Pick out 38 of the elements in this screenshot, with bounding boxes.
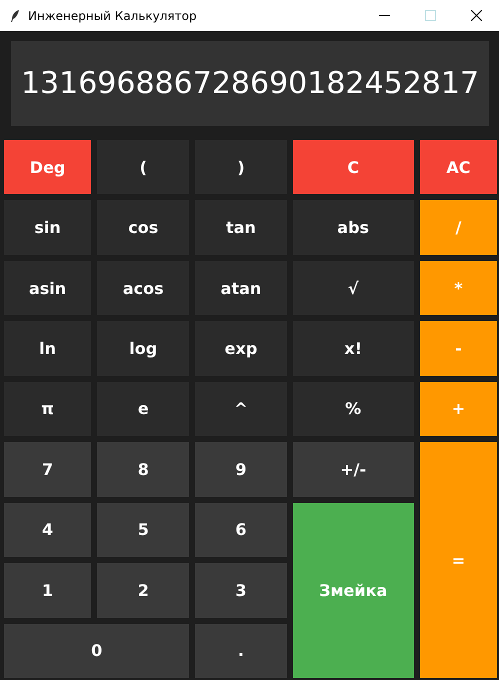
calculator-key[interactable]: AC (420, 140, 497, 194)
calculator-key[interactable]: atan (195, 260, 287, 316)
calculator-key[interactable]: 8 (97, 442, 190, 497)
calculator-key[interactable]: . (195, 624, 287, 678)
calculator-key[interactable]: x! (292, 321, 414, 376)
calculator-key[interactable]: ( (97, 140, 190, 194)
calculator-key[interactable]: 1 (4, 563, 92, 618)
calculator-key[interactable]: e (97, 382, 190, 436)
calculator-key[interactable]: asin (4, 260, 92, 316)
close-icon (470, 10, 482, 21)
calculator-key[interactable]: π (4, 382, 92, 436)
calculator-key[interactable]: 3 (195, 563, 287, 618)
calculator-key[interactable]: sin (4, 200, 92, 255)
calculator-key[interactable]: ln (4, 321, 92, 376)
feather-icon (10, 8, 20, 22)
calculator-key[interactable]: 4 (4, 502, 92, 558)
calculator-key[interactable]: 0 (4, 624, 190, 678)
calculator-key[interactable]: exp (195, 321, 287, 376)
calculator-key[interactable]: abs (292, 200, 414, 255)
calculator-key[interactable]: % (292, 382, 414, 436)
calculator-key[interactable]: 2 (97, 563, 190, 618)
calculator-key[interactable]: C (292, 140, 414, 194)
calculator-key[interactable]: 7 (4, 442, 92, 497)
calculator-key[interactable]: √ (292, 260, 414, 316)
calculator-key[interactable]: cos (97, 200, 190, 255)
maximize-icon (424, 10, 436, 21)
calculator-key[interactable]: acos (97, 260, 190, 316)
calculator-key[interactable]: tan (195, 200, 287, 255)
calculator-key[interactable]: 6 (195, 502, 287, 558)
calculator-key[interactable]: log (97, 321, 190, 376)
calculator-key[interactable]: 5 (97, 502, 190, 558)
calculator-key[interactable]: ) (195, 140, 287, 194)
display-field[interactable]: 131696886728690182452817 (11, 41, 489, 126)
calculator-key[interactable]: Deg (4, 140, 92, 194)
calculator-key[interactable]: +/- (292, 442, 414, 497)
window-title: Инженерный Калькулятор (28, 8, 197, 22)
calculator-key[interactable]: 9 (195, 442, 287, 497)
calculator-key[interactable]: ^ (195, 382, 287, 436)
